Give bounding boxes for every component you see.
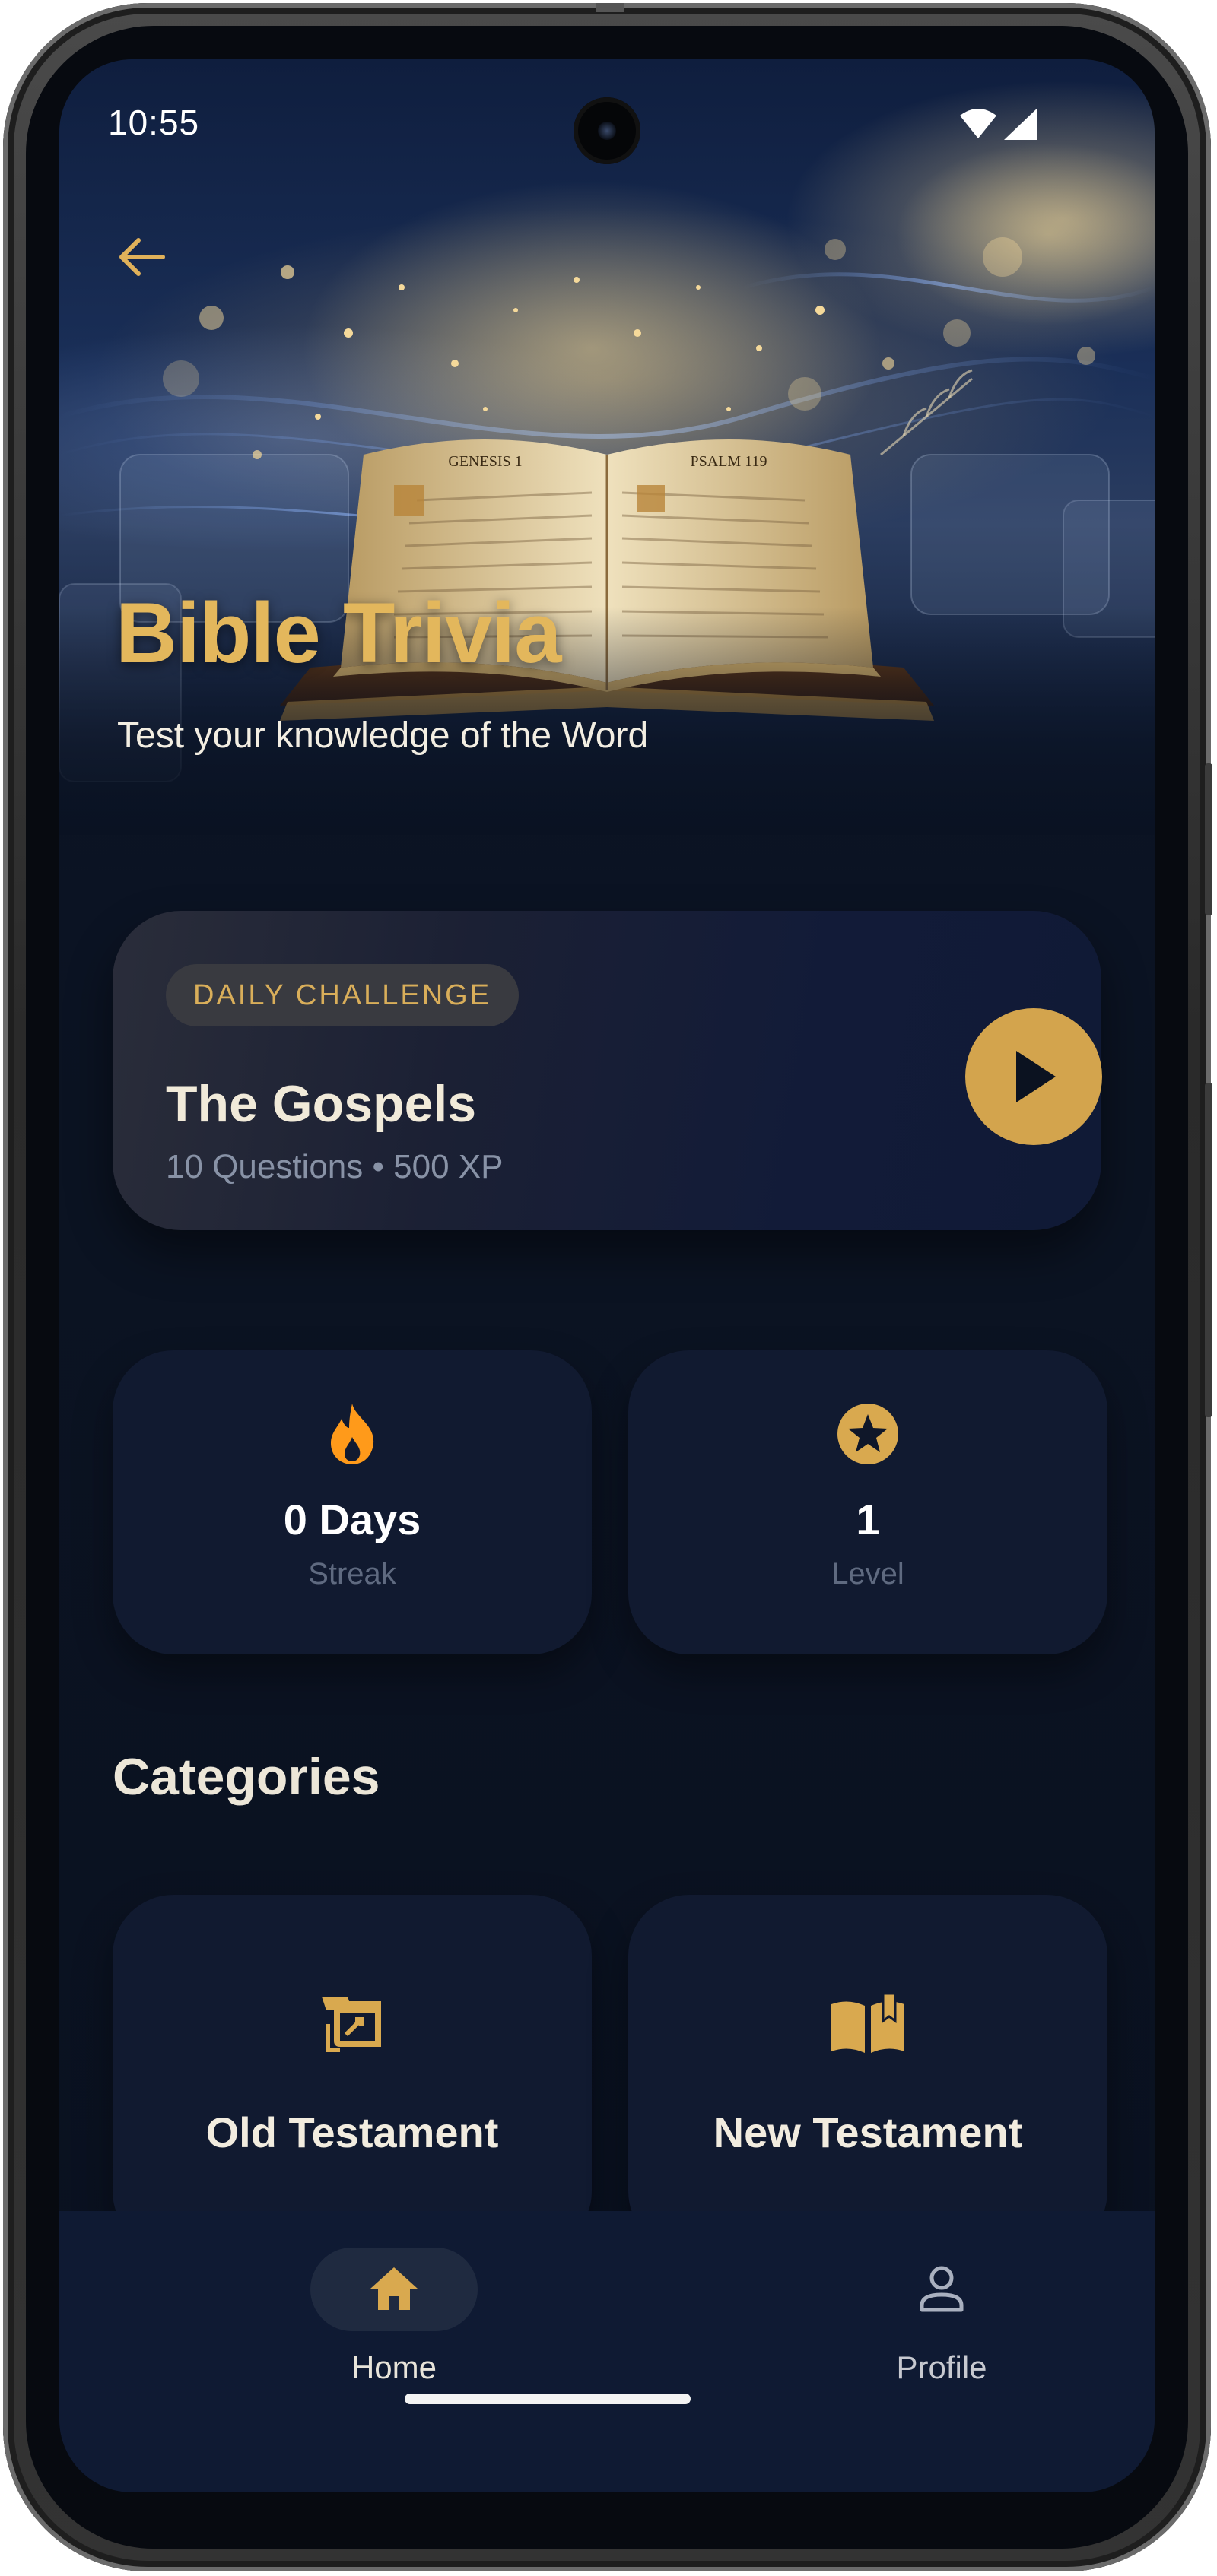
wifi-icon xyxy=(960,109,996,138)
back-button[interactable] xyxy=(96,211,187,303)
category-old-testament-label: Old Testament xyxy=(205,2108,499,2156)
star-badge-icon xyxy=(837,1404,898,1464)
nav-home-label: Home xyxy=(351,2349,437,2385)
play-icon xyxy=(1016,1051,1056,1102)
hero-subtitle: Test your knowledge of the Word xyxy=(117,715,649,756)
person-icon xyxy=(920,2266,964,2312)
categories-heading: Categories xyxy=(113,1748,380,1806)
status-icons xyxy=(957,105,1041,147)
daily-challenge-badge: DAILY CHALLENGE xyxy=(166,964,520,1026)
level-label: Level xyxy=(831,1557,904,1591)
scroll-icon xyxy=(322,1997,381,2052)
play-challenge-button[interactable] xyxy=(965,1008,1102,1145)
level-stat-card: 1 Level xyxy=(628,1350,1107,1654)
nav-profile-label: Profile xyxy=(896,2349,987,2385)
category-old-testament[interactable]: Old Testament xyxy=(113,1895,592,2252)
streak-label: Streak xyxy=(308,1557,396,1591)
app-screen: GENESIS 1 PSALM 119 10:55 Bible Trivia T… xyxy=(59,59,1155,2492)
hero-title: Bible Trivia xyxy=(116,585,562,680)
level-value: 1 xyxy=(856,1496,880,1543)
fire-icon xyxy=(331,1404,374,1464)
nav-home[interactable]: Home xyxy=(280,2248,508,2400)
back-arrow-icon xyxy=(119,238,165,276)
volume-button xyxy=(1205,1083,1212,1417)
open-book-icon xyxy=(831,1994,904,2053)
daily-challenge-title: The Gospels xyxy=(166,1075,477,1133)
daily-challenge-meta: 10 Questions • 500 XP xyxy=(166,1148,504,1185)
book-page-header-left: GENESIS 1 xyxy=(448,453,522,470)
hero-banner: GENESIS 1 PSALM 119 10:55 Bible Trivia T… xyxy=(59,59,1155,835)
status-time: 10:55 xyxy=(108,103,200,142)
frame-top-notch xyxy=(596,3,624,12)
home-indicator-bar[interactable] xyxy=(405,2394,691,2404)
category-new-testament-label: New Testament xyxy=(713,2108,1023,2156)
signal-icon xyxy=(1004,108,1037,140)
power-button xyxy=(1205,763,1212,915)
daily-challenge-card[interactable]: DAILY CHALLENGE The Gospels 10 Questions… xyxy=(113,911,1102,1230)
status-bar: 10:55 xyxy=(59,59,1155,189)
book-page-header-right: PSALM 119 xyxy=(691,453,767,470)
home-icon xyxy=(370,2267,418,2310)
category-new-testament[interactable]: New Testament xyxy=(628,1895,1107,2252)
nav-profile[interactable]: Profile xyxy=(828,2248,1056,2400)
front-camera xyxy=(574,97,640,164)
bottom-navigation: Home Profile xyxy=(59,2211,1155,2492)
streak-value: 0 Days xyxy=(283,1496,421,1543)
streak-stat-card: 0 Days Streak xyxy=(113,1350,592,1654)
